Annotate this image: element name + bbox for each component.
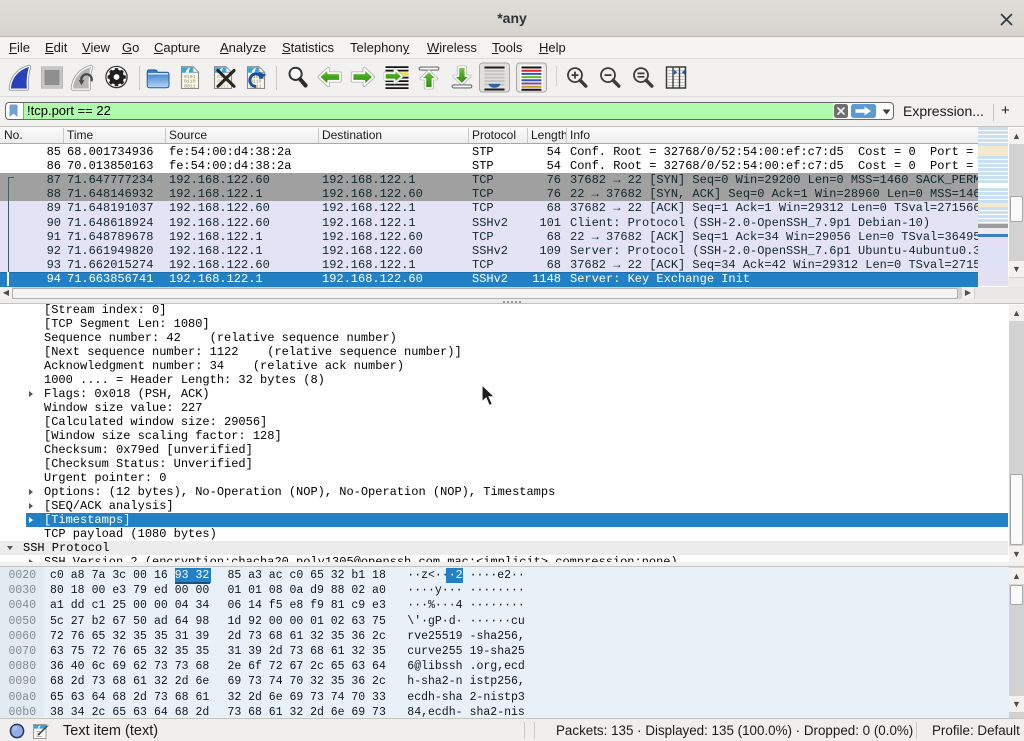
svg-text:0011: 0011 xyxy=(184,83,196,89)
